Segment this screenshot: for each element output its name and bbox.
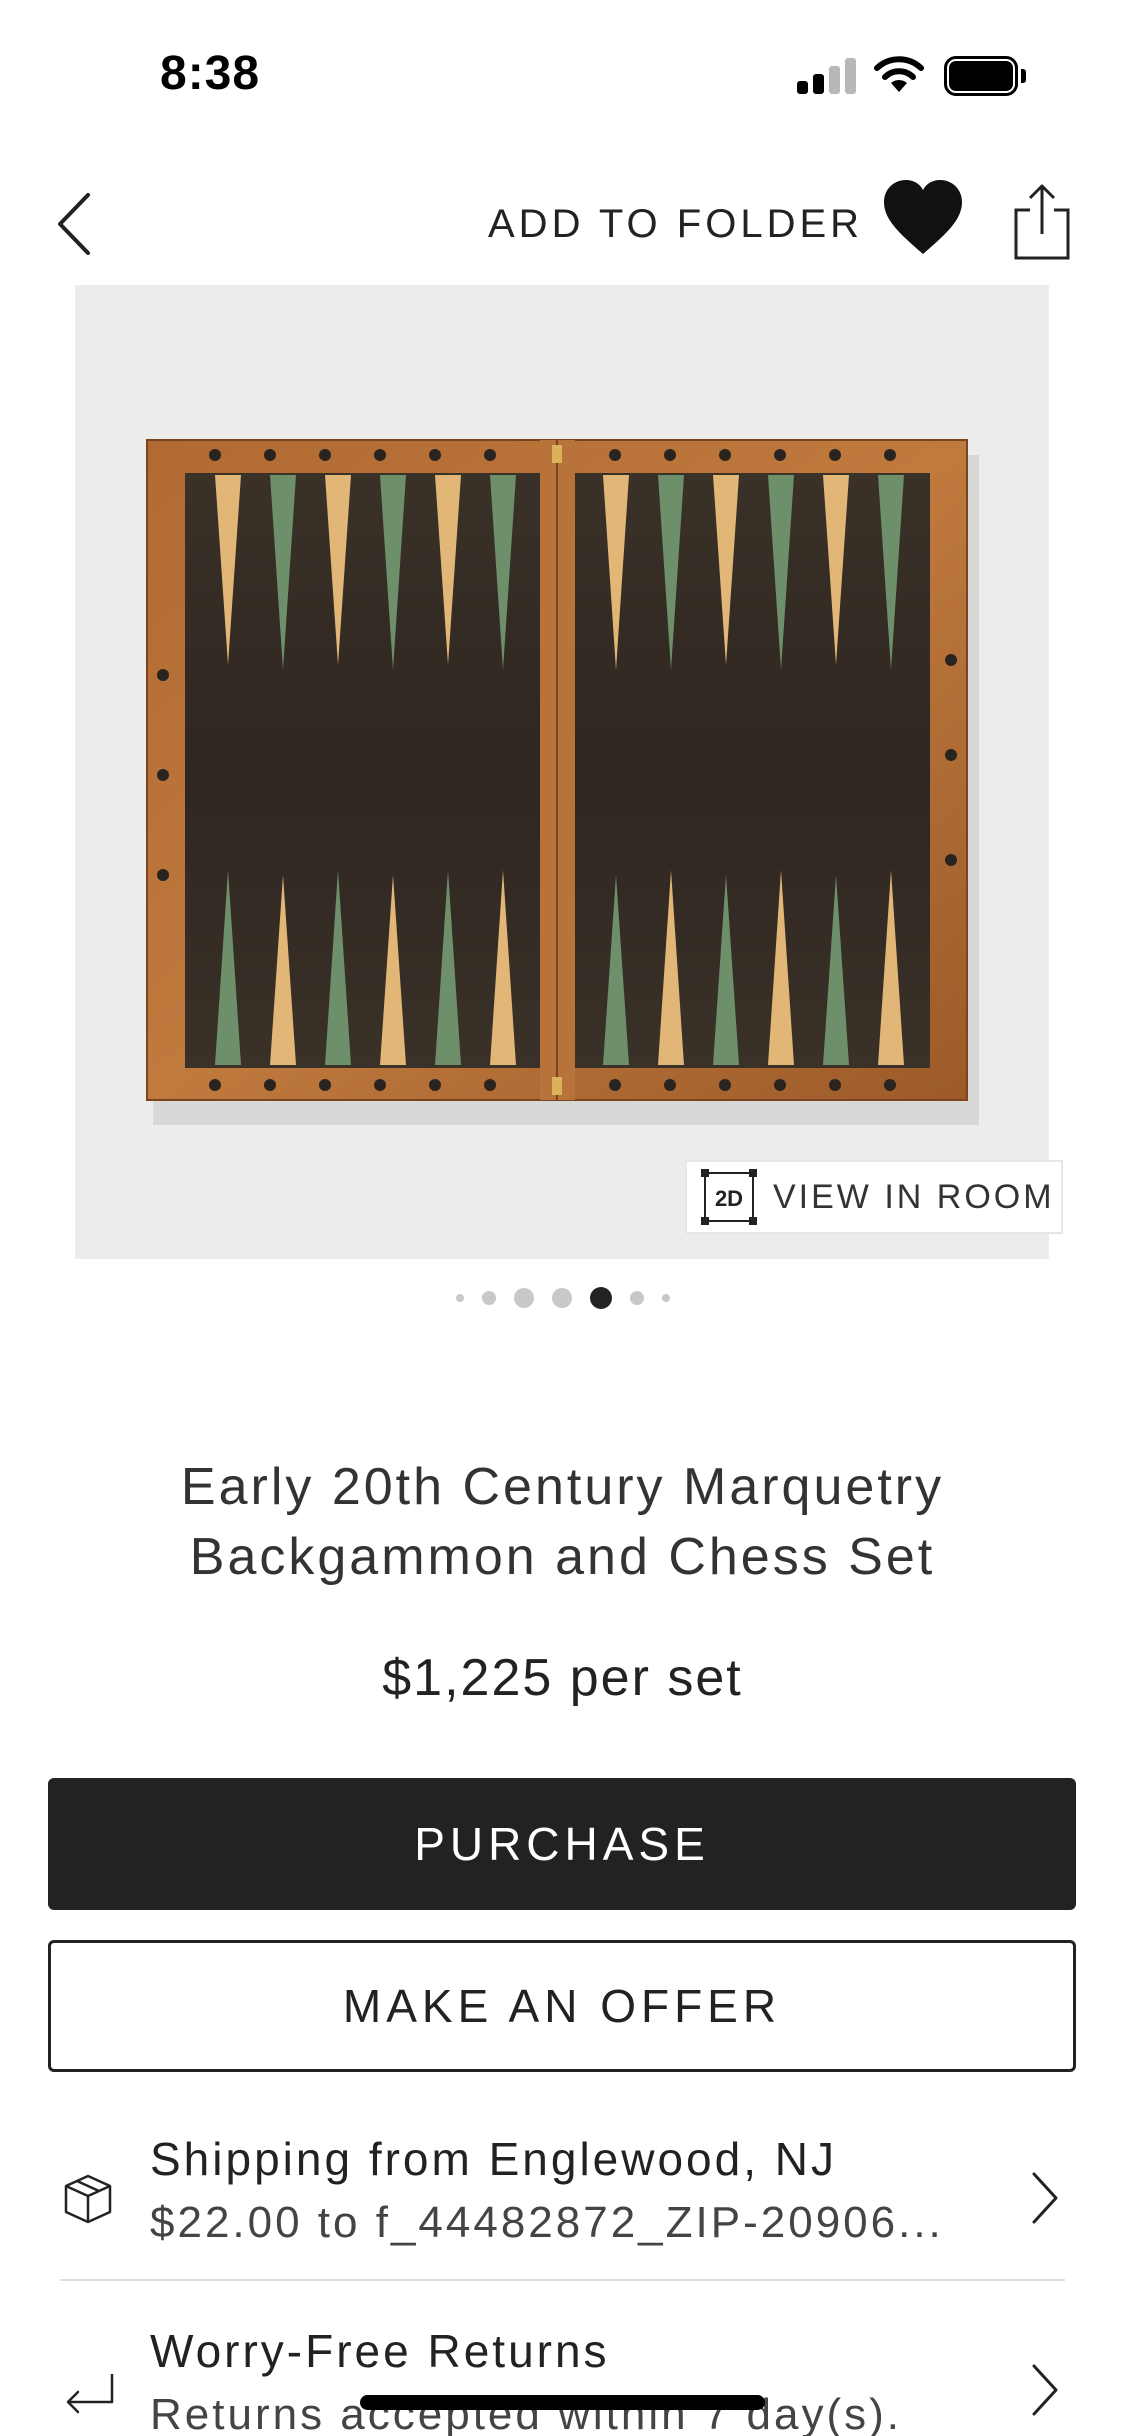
share-icon xyxy=(1014,184,1070,260)
status-time: 8:38 xyxy=(160,47,261,100)
wifi-icon xyxy=(874,56,924,92)
share-button[interactable] xyxy=(1010,182,1074,262)
status-bar: 8:38 xyxy=(0,0,1125,150)
shipping-row[interactable]: Shipping from Englewood, NJ $22.00 to f_… xyxy=(0,2110,1125,2280)
product-photo-backgammon-board xyxy=(75,285,1049,1259)
top-nav-bar: ADD TO FOLDER xyxy=(0,160,1125,280)
view-in-room-label: VIEW IN ROOM xyxy=(773,1177,1055,1216)
returns-title: Worry-Free Returns xyxy=(150,2325,610,2377)
pager-dot[interactable] xyxy=(661,1294,670,1302)
pager-dot[interactable] xyxy=(513,1288,534,1308)
image-pager-dots[interactable] xyxy=(0,1283,1125,1313)
shipping-title: Shipping from Englewood, NJ xyxy=(150,2133,837,2185)
return-arrow-icon xyxy=(66,2374,114,2414)
pager-dot[interactable] xyxy=(551,1288,572,1308)
product-title-line2: Backgammon and Chess Set xyxy=(189,1528,936,1586)
chevron-right-icon xyxy=(1032,2172,1058,2224)
product-title: Early 20th Century Marquetry Backgammon … xyxy=(0,1452,1125,1592)
signal-icon xyxy=(797,58,857,94)
make-offer-button[interactable]: MAKE AN OFFER xyxy=(48,1940,1076,2072)
purchase-button[interactable]: PURCHASE xyxy=(48,1778,1076,1910)
pager-dot-active[interactable] xyxy=(589,1287,612,1309)
add-to-folder-button[interactable]: ADD TO FOLDER xyxy=(488,202,863,247)
pager-dot[interactable] xyxy=(455,1294,464,1302)
battery-icon xyxy=(944,56,1026,96)
home-indicator[interactable] xyxy=(360,2395,765,2410)
product-image-carousel[interactable] xyxy=(75,285,1049,1259)
favorite-button[interactable] xyxy=(880,178,966,258)
row-divider xyxy=(60,2279,1065,2281)
product-price: $1,225 per set xyxy=(382,1649,743,1707)
product-title-line1: Early 20th Century Marquetry xyxy=(180,1458,945,1516)
product-detail-screen: 8:38 ADD TO FOLDER 2D VIEW IN ROOM Early… xyxy=(0,0,1125,2436)
package-icon xyxy=(64,2174,112,2224)
pager-dot[interactable] xyxy=(481,1291,496,1305)
heart-filled-icon xyxy=(884,180,962,254)
chevron-left-icon xyxy=(58,193,90,255)
2d-badge-text: 2D xyxy=(715,1186,743,1211)
view-in-room-button[interactable]: 2D VIEW IN ROOM xyxy=(685,1160,1063,1234)
pager-dot[interactable] xyxy=(629,1291,644,1305)
returns-row[interactable]: Worry-Free Returns Returns accepted with… xyxy=(0,2302,1125,2436)
2d-view-icon: 2D xyxy=(701,1169,757,1225)
shipping-detail: $22.00 to f_44482872_ZIP-20906... xyxy=(150,2198,944,2247)
back-button[interactable] xyxy=(44,184,104,264)
chevron-right-icon xyxy=(1032,2364,1058,2416)
